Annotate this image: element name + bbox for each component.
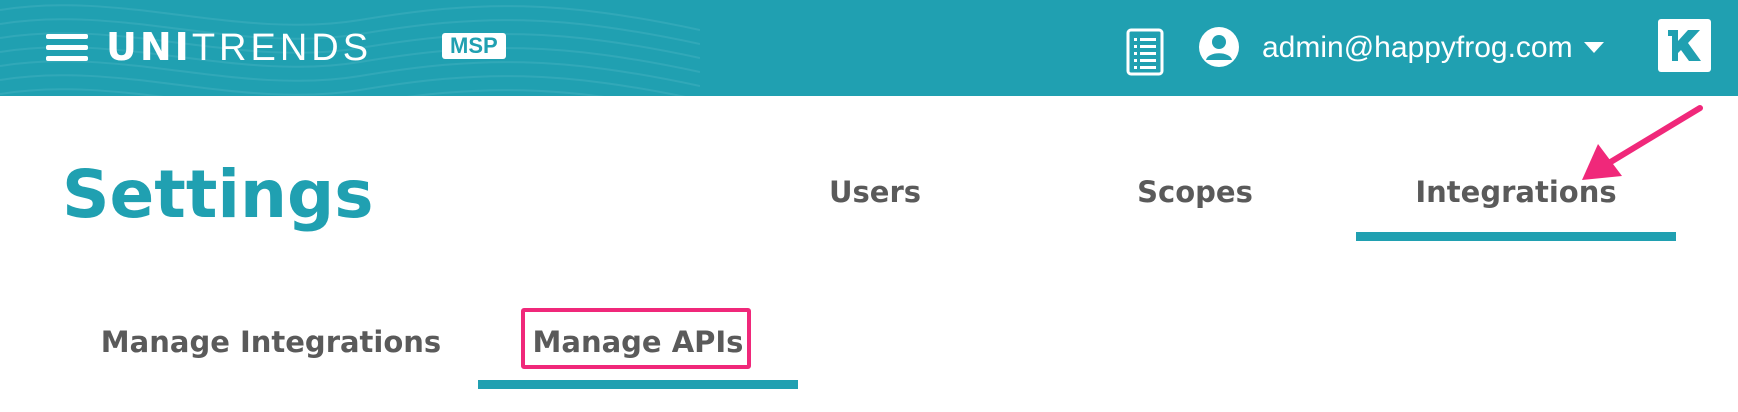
caret-down-icon[interactable] [1584, 42, 1604, 53]
menu-icon-bar [46, 34, 88, 39]
kaseya-k-logo[interactable] [1658, 19, 1711, 72]
top-navigation-bar: UNITRENDS MSP admin@happyfrog.com [0, 0, 1738, 96]
annotation-arrow-icon [1582, 105, 1703, 180]
tab-users[interactable]: Users [780, 172, 970, 212]
subtab-manage-integrations[interactable]: Manage Integrations [100, 322, 442, 362]
tab-scopes[interactable]: Scopes [1098, 172, 1292, 212]
brand-bold-text: UNI [106, 25, 192, 69]
annotation-highlight-box [521, 308, 751, 369]
k-letter-icon [1668, 30, 1701, 61]
menu-icon-bar [46, 56, 88, 61]
document-list-icon[interactable] [1126, 28, 1164, 76]
active-tab-indicator [1356, 232, 1676, 241]
brand-light-text: TRENDS [191, 27, 373, 69]
menu-icon-bar [46, 45, 88, 50]
account-circle-icon[interactable] [1198, 26, 1240, 68]
active-subtab-indicator [478, 380, 798, 389]
account-email[interactable]: admin@happyfrog.com [1262, 28, 1573, 68]
msp-badge: MSP [442, 33, 506, 59]
page-title: Settings [62, 156, 374, 233]
unitrends-logo[interactable]: UNITRENDS [106, 22, 372, 72]
menu-icon[interactable] [46, 34, 88, 62]
